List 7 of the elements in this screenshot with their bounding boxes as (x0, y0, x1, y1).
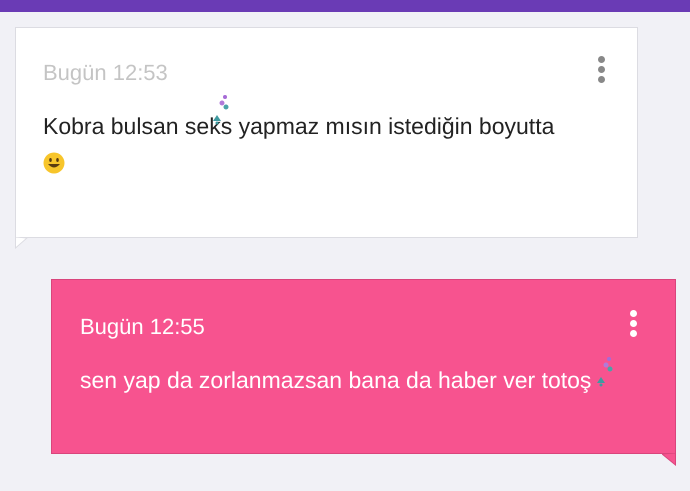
smiley-emoji-icon (43, 152, 65, 174)
message-time: Bugün 12:55 (80, 313, 205, 341)
message-text: sen yap da zorlanmazsan bana da haber ver totoş (80, 367, 592, 393)
more-options-button[interactable] (628, 308, 639, 339)
message-time: Bugün 12:53 (43, 59, 168, 87)
message-text: Kobra bulsan seks yapmaz mısın istediğin boyutta (43, 113, 554, 139)
more-options-button[interactable] (596, 54, 607, 85)
